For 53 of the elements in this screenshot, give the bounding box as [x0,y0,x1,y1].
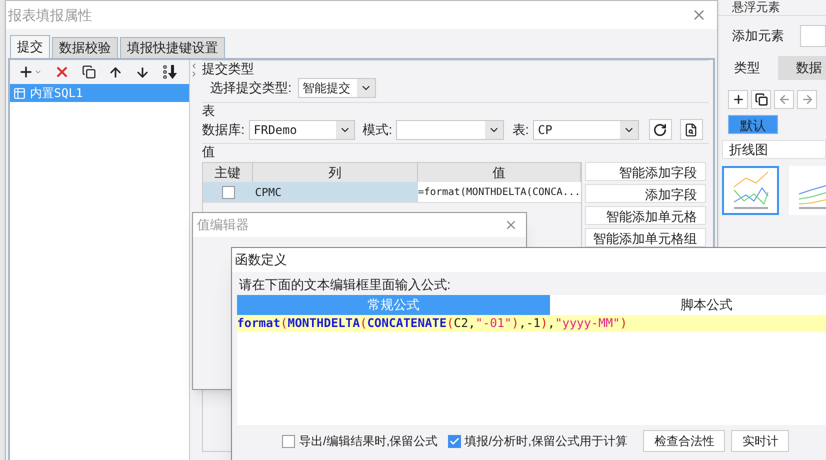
formula-prompt: 请在下面的文本编辑框里面输入公式: [239,276,452,293]
refresh-icon [653,122,668,136]
section-heading: 表 [202,102,709,119]
field-label: 表: [512,120,529,139]
dialog-button[interactable]: 实时计 [731,430,790,452]
add-icon[interactable] [18,64,42,80]
line-chart-thumbnail[interactable] [722,166,779,215]
copy-icon[interactable] [751,90,771,109]
close-icon[interactable] [504,218,518,232]
table-icon [13,86,26,100]
panel-tab[interactable]: 数据 [778,56,826,80]
chevron-right-icon[interactable] [190,70,198,78]
option-label: 填报/分析时,保留公式用于计算 [464,433,628,450]
chart-type-field[interactable]: 折线图 [722,140,826,159]
chevron-left-icon[interactable] [190,62,198,70]
option-label: 导出/编辑结果时,保留公式 [299,433,438,450]
copy-icon[interactable] [82,65,96,79]
preview-button[interactable] [680,119,703,140]
table-cell-text: CPMC [254,185,282,201]
add-element-label: 添加元素 [732,27,784,46]
window-title: 报表填报属性 [8,6,93,24]
action-button[interactable]: 智能添加单元格 [585,206,706,225]
field-label: 模式: [362,120,392,139]
delete-icon[interactable] [54,64,70,80]
table-select[interactable]: CP [532,120,639,140]
database-select[interactable]: FRDemo [248,120,355,140]
action-button[interactable]: 智能添加字段 [585,162,706,181]
refresh-button[interactable] [648,119,672,140]
table-row[interactable]: CPMC =format(MONTHDELTA(CONCA... [203,182,581,203]
checkbox[interactable] [222,186,234,198]
sort-down-icon[interactable] [162,64,178,80]
arrow-right-icon[interactable] [797,90,817,109]
window-title: 函数定义 [235,251,287,270]
dialog-button[interactable]: 检查合法性 [643,430,726,452]
action-button[interactable]: 智能添加单元格组 [585,228,706,247]
field-label: 数据库: [202,120,245,139]
window-title: 值编辑器 [197,216,250,234]
tab[interactable]: 提交 [10,35,50,58]
arrow-down-icon[interactable] [135,64,150,80]
file-search-icon [684,122,698,136]
checkbox[interactable] [448,434,461,448]
tab[interactable]: 数据校验 [52,37,118,58]
checkbox[interactable] [282,434,295,448]
submit-type-select[interactable]: 智能提交 [298,78,376,98]
section-heading: 值 [202,143,709,160]
add-element-field[interactable] [800,25,826,47]
field-label: 选择提交类型: [210,79,292,98]
tab[interactable]: 填报快捷键设置 [120,37,225,58]
table-cell: =format(MONTHDELTA(CONCA... [418,182,581,202]
add-icon[interactable] [728,90,748,109]
section-heading: 提交类型 [202,60,709,77]
series-button[interactable]: 默认 [728,115,778,134]
action-button[interactable]: 添加字段 [585,184,706,203]
